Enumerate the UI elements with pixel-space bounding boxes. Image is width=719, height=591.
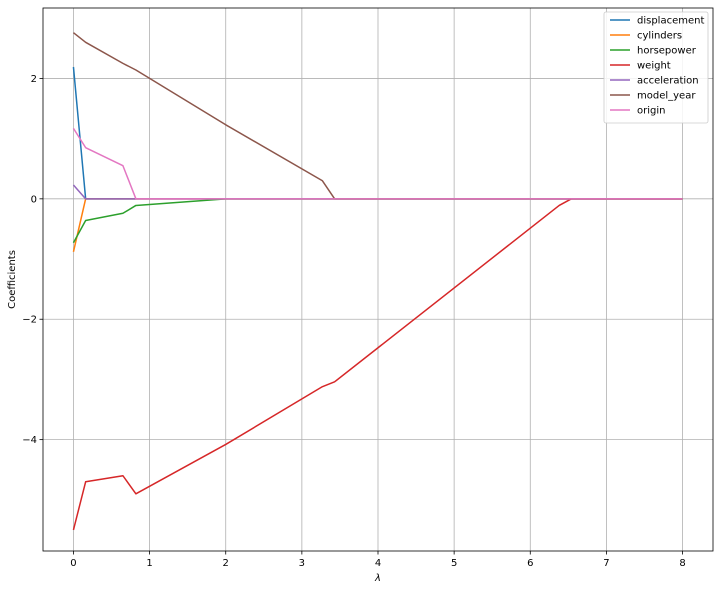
x-tick-label: 2: [223, 558, 229, 569]
x-tick-label: 6: [527, 558, 533, 569]
y-axis-label: Coefficients: [7, 250, 18, 309]
y-axis-ticks: −4 −2 0 2: [22, 74, 43, 446]
y-tick-label: −2: [22, 315, 37, 326]
lasso-coefficient-path-chart: 0 1 2 3 4 5 6 7 8 −4 −2 0 2 λ Coefficients displace…: [7, 7, 714, 584]
x-tick-label: 0: [70, 558, 76, 569]
legend-label: model_year: [637, 91, 696, 102]
legend-label: weight: [637, 61, 671, 72]
legend-label: cylinders: [637, 31, 682, 42]
legend-label: displacement: [637, 16, 704, 27]
legend-label: horsepower: [637, 46, 697, 57]
y-tick-label: 2: [31, 74, 37, 85]
x-axis-ticks: 0 1 2 3 4 5 6 7 8: [70, 551, 686, 569]
y-tick-label: 0: [31, 194, 37, 205]
y-tick-label: −4: [22, 435, 37, 446]
x-tick-label: 3: [299, 558, 305, 569]
x-tick-label: 1: [146, 558, 152, 569]
x-axis-label: λ: [374, 573, 381, 584]
legend: displacement cylinders horsepower weight acc…: [603, 11, 709, 124]
x-tick-label: 8: [679, 558, 685, 569]
x-tick-label: 5: [451, 558, 457, 569]
x-tick-label: 7: [603, 558, 609, 569]
legend-label: acceleration: [637, 76, 699, 87]
x-tick-label: 4: [375, 558, 381, 569]
legend-label: origin: [637, 106, 665, 117]
